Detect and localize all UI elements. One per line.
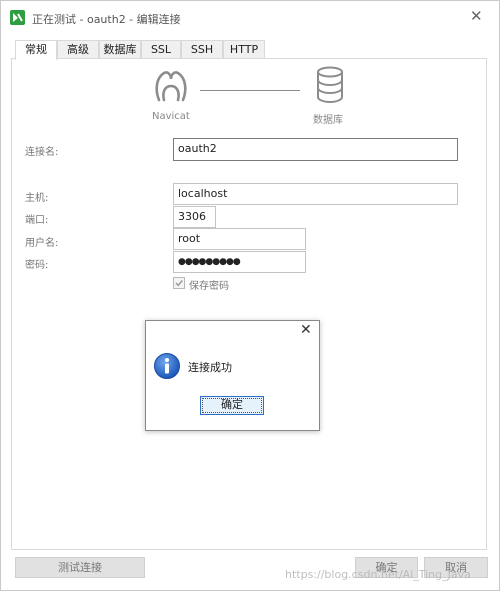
host-input[interactable]: localhost <box>173 183 458 205</box>
password-label: 密码: <box>25 260 49 271</box>
connection-name-label: 连接名: <box>25 147 59 158</box>
tab-general[interactable]: 常规 <box>15 40 57 60</box>
window-title: 正在测试 - oauth2 - 编辑连接 <box>32 13 181 26</box>
save-password-checkbox[interactable] <box>173 277 185 289</box>
general-tab-panel <box>11 58 487 550</box>
database-icon <box>314 66 346 104</box>
tab-http[interactable]: HTTP <box>223 40 265 59</box>
dialog-ok-button[interactable]: 确定 <box>200 396 264 415</box>
username-label: 用户名: <box>25 238 59 249</box>
dialog-message: 连接成功 <box>188 361 232 374</box>
username-input[interactable]: root <box>173 228 306 250</box>
dialog-close-icon[interactable]: ✕ <box>300 323 312 337</box>
connection-name-input[interactable]: oauth2 <box>173 138 458 161</box>
tab-ssl[interactable]: SSL <box>141 40 181 59</box>
tab-advanced[interactable]: 高级 <box>57 40 99 59</box>
connection-line <box>200 90 300 91</box>
port-input[interactable]: 3306 <box>173 206 216 228</box>
navicat-caption: Navicat <box>152 111 190 122</box>
info-icon <box>153 352 181 380</box>
tab-database[interactable]: 数据库 <box>99 40 141 59</box>
watermark-text: https://blog.csdn.net/Ai_Ting_Java <box>285 568 471 581</box>
port-label: 端口: <box>25 215 49 226</box>
host-label: 主机: <box>25 193 49 204</box>
navicat-icon <box>151 66 191 106</box>
window-close-icon[interactable]: ✕ <box>470 9 483 24</box>
database-caption: 数据库 <box>313 115 343 126</box>
navicat-app-icon <box>10 10 25 25</box>
dialog-ok-label: 确定 <box>221 398 243 411</box>
test-connection-button[interactable]: 测试连接 <box>15 557 145 578</box>
tab-ssh[interactable]: SSH <box>181 40 223 59</box>
save-password-label: 保存密码 <box>189 281 229 292</box>
password-input[interactable]: ●●●●●●●●● <box>173 251 306 273</box>
